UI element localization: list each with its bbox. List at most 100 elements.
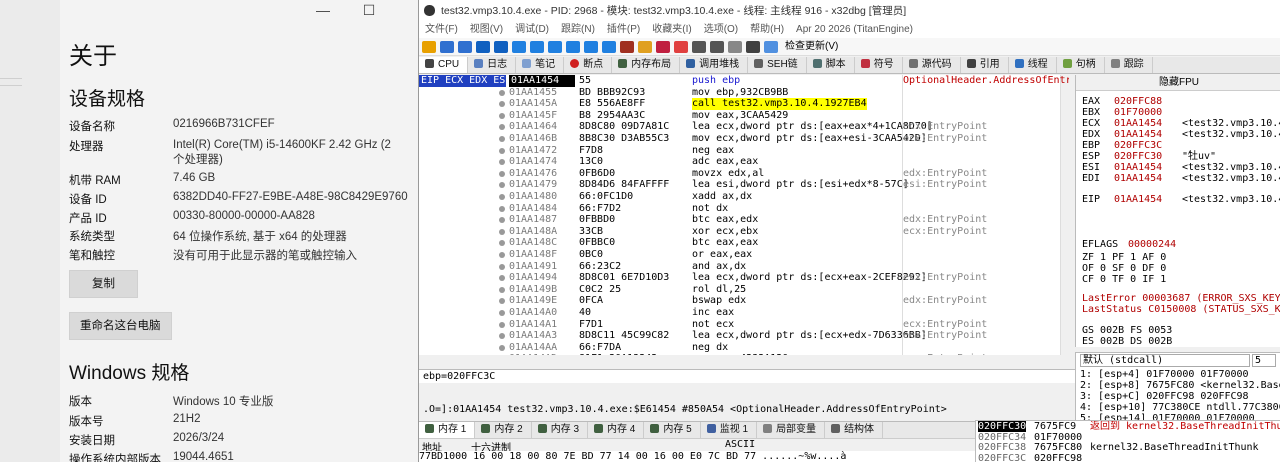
hide-fpu-button[interactable]: 隐藏FPU [1076,75,1280,91]
disasm-row[interactable]: 01AA145F B8 2954AA3C mov eax,3CAA5429 [419,110,1069,122]
argument-row[interactable]: 3: [esp+C] 020FFC98 020FFC98 [1080,391,1249,402]
breakpoint-dot-icon[interactable] [499,286,505,293]
menu-help[interactable]: 帮助(H) [750,24,784,35]
tab-dump-4[interactable]: 内存 4 [588,422,645,438]
minimize-icon[interactable]: — [300,0,346,22]
disasm-row[interactable]: 01AA1480 66:0FC1D0 xadd ax,dx [419,191,1069,203]
register-value[interactable]: 01AA1454 [1114,162,1162,173]
tab-dump-1[interactable]: 内存 1 [419,422,476,438]
stop-icon[interactable] [458,41,472,53]
breakpoint-dot-icon[interactable] [499,228,505,235]
tab-cpu[interactable]: CPU [419,57,469,73]
tab-references[interactable]: 引用 [961,57,1009,73]
tab-breakpoints[interactable]: 断点 [564,57,613,73]
hash-icon[interactable] [710,41,724,53]
function-icon[interactable] [692,41,706,53]
breakpoint-dot-icon[interactable] [499,310,505,316]
register-value[interactable]: 01AA1454 [1114,129,1162,140]
bookmark-icon[interactable] [674,41,688,53]
disassembly-view[interactable]: EIP ECX EDX ESI 01AA1454 55 push ebp Optiona… [419,75,1069,355]
call-convention-select[interactable]: 默认 (stdcall) [1080,354,1250,367]
tab-dump-5[interactable]: 内存 5 [644,422,701,438]
disasm-row[interactable]: 01AA145A E8 556AE8FF call test32.vmp3.10.4… [419,98,1069,110]
breakpoint-dot-icon[interactable] [499,159,505,166]
open-icon[interactable] [422,41,436,53]
menu-options[interactable]: 选项(O) [704,24,738,35]
tab-call-stack[interactable]: 调用堆栈 [680,57,749,73]
label-icon[interactable] [656,41,670,53]
menu-favourites[interactable]: 收藏夹(I) [652,24,691,35]
argument-row[interactable]: 2: [esp+8] 7675FC80 <kernel32.BaseThrea [1080,380,1280,391]
disasm-row[interactable]: 01AA1491 66:23C2 and ax,dx [419,261,1069,273]
registers-panel[interactable]: 隐藏FPU EAX 020FFC88 EBX 01F70000 ECX 01AA1454 <… [1075,75,1280,347]
tab-handles[interactable]: 句柄 [1057,57,1105,73]
breakpoint-dot-icon[interactable] [499,344,505,351]
copy-button[interactable]: 复制 [69,270,138,298]
segment-row[interactable]: ES 002B DS 002B [1082,336,1172,347]
stack-address[interactable]: 020FFC38 [978,442,1026,453]
maximize-icon[interactable]: ☐ [346,0,392,22]
tab-struct[interactable]: 结构体 [825,422,884,438]
menu-debug[interactable]: 调试(D) [515,24,549,35]
menu-file[interactable]: 文件(F) [425,24,458,35]
disasm-row[interactable]: EIP ECX EDX ESI 01AA1454 55 push ebp Optiona… [419,75,1069,87]
arg-count-stepper[interactable]: 5 [1252,354,1276,367]
breakpoint-dot-icon[interactable] [499,217,505,224]
register-value[interactable]: 020FFC3C [1114,140,1162,151]
disasm-row[interactable]: 01AA1494 8D8C01 6E7D10D3 lea ecx,dword ptr… [419,272,1069,284]
disasm-row[interactable]: 01AA1487 0FBBD0 btc eax,edx edx:EntryPoint [419,214,1069,226]
eflags-value[interactable]: 00000244 [1128,239,1176,250]
tab-dump-3[interactable]: 内存 3 [532,422,589,438]
flags-row[interactable]: CF 0 TF 0 IF 1 [1082,274,1166,285]
register-value[interactable]: 020FFC88 [1114,96,1162,107]
disasm-row[interactable]: 01AA1479 8D84D6 84FAFFFF lea esi,dword ptr… [419,179,1069,191]
dump-row[interactable]: 77BD1000 16 00 18 00 80 7E BD 77 14 00 1… [419,451,975,462]
menu-trace[interactable]: 跟踪(N) [561,24,595,35]
tab-dump-2[interactable]: 内存 2 [475,422,532,438]
stack-address[interactable]: 020FFC30 [978,421,1027,432]
stack-address[interactable]: 020FFC34 [978,432,1026,443]
disasm-row[interactable]: 01AA14A3 8D8C11 45C99C82 lea ecx,dword ptr… [419,330,1069,342]
disasm-row[interactable]: 01AA1476 0FB6D0 movzx edx,al edx:EntryPoint [419,168,1069,180]
disasm-row[interactable]: 01AA14A1 F7D1 not ecx ecx:EntryPoint [419,319,1069,331]
disasm-row[interactable]: 01AA14AA 66:F7DA neg dx [419,342,1069,354]
breakpoint-dot-icon[interactable] [499,89,505,96]
breakpoint-dot-icon[interactable] [499,136,505,142]
disasm-row[interactable]: 01AA148A 33CB xor ecx,ebx ecx:EntryPoint [419,226,1069,238]
flags-row[interactable]: OF 0 SF 0 DF 0 [1082,263,1166,274]
segment-row[interactable]: GS 002B FS 0053 [1082,325,1172,336]
breakpoint-dot-icon[interactable] [499,275,505,282]
disasm-row[interactable]: 01AA1472 F7D8 neg eax [419,145,1069,157]
argument-row[interactable]: 1: [esp+4] 01F70000 01F70000 [1080,369,1249,380]
run-to-user-code-icon[interactable] [602,41,616,53]
tab-memory-map[interactable]: 内存布局 [612,57,681,73]
cmd-icon[interactable] [746,41,760,53]
register-value[interactable]: 020FFC30 [1114,151,1162,162]
disasm-row[interactable]: 01AA14AD 81F1 20A13242 xor ecx,4232A120 ecx… [419,353,1069,355]
comment-icon[interactable] [638,41,652,53]
tab-source[interactable]: 源代码 [903,57,961,73]
font-icon[interactable] [728,41,742,53]
register-value[interactable]: 01AA1454 [1114,118,1162,129]
tab-trace[interactable]: 跟踪 [1105,57,1153,73]
disasm-row[interactable]: 01AA149B C0C2 25 rol dl,25 [419,284,1069,296]
breakpoint-dot-icon[interactable] [499,124,505,131]
disasm-row[interactable]: 01AA148F 0BC0 or eax,eax [419,249,1069,261]
disasm-row[interactable]: 01AA149E 0FCA bswap edx edx:EntryPoint [419,295,1069,307]
tab-script[interactable]: 脚本 [807,57,855,73]
tab-threads[interactable]: 线程 [1009,57,1057,73]
trace-over-icon[interactable] [566,41,580,53]
disasm-row[interactable]: 01AA1464 8D8C80 09D7A81C lea ecx,dword ptr… [419,121,1069,133]
breakpoint-dot-icon[interactable] [499,298,505,305]
stack-view[interactable]: 020FFC30 7675FC9 返回到 kernel32.BaseThreadIn… [975,420,1280,462]
execute-till-return-icon[interactable] [584,41,598,53]
breakpoint-dot-icon[interactable] [499,205,505,212]
tab-seh[interactable]: SEH链 [748,57,807,73]
register-value[interactable]: 01AA1454 [1114,194,1162,205]
argument-row[interactable]: 4: [esp+10] 77C380CE ntdll.77C380CE [1080,402,1280,413]
tab-notes[interactable]: 笔记 [516,57,565,73]
run-icon[interactable] [476,41,490,53]
disasm-row[interactable]: 01AA1474 13C0 adc eax,eax [419,156,1069,168]
breakpoint-dot-icon[interactable] [499,170,505,177]
step-over-icon[interactable] [530,41,544,53]
